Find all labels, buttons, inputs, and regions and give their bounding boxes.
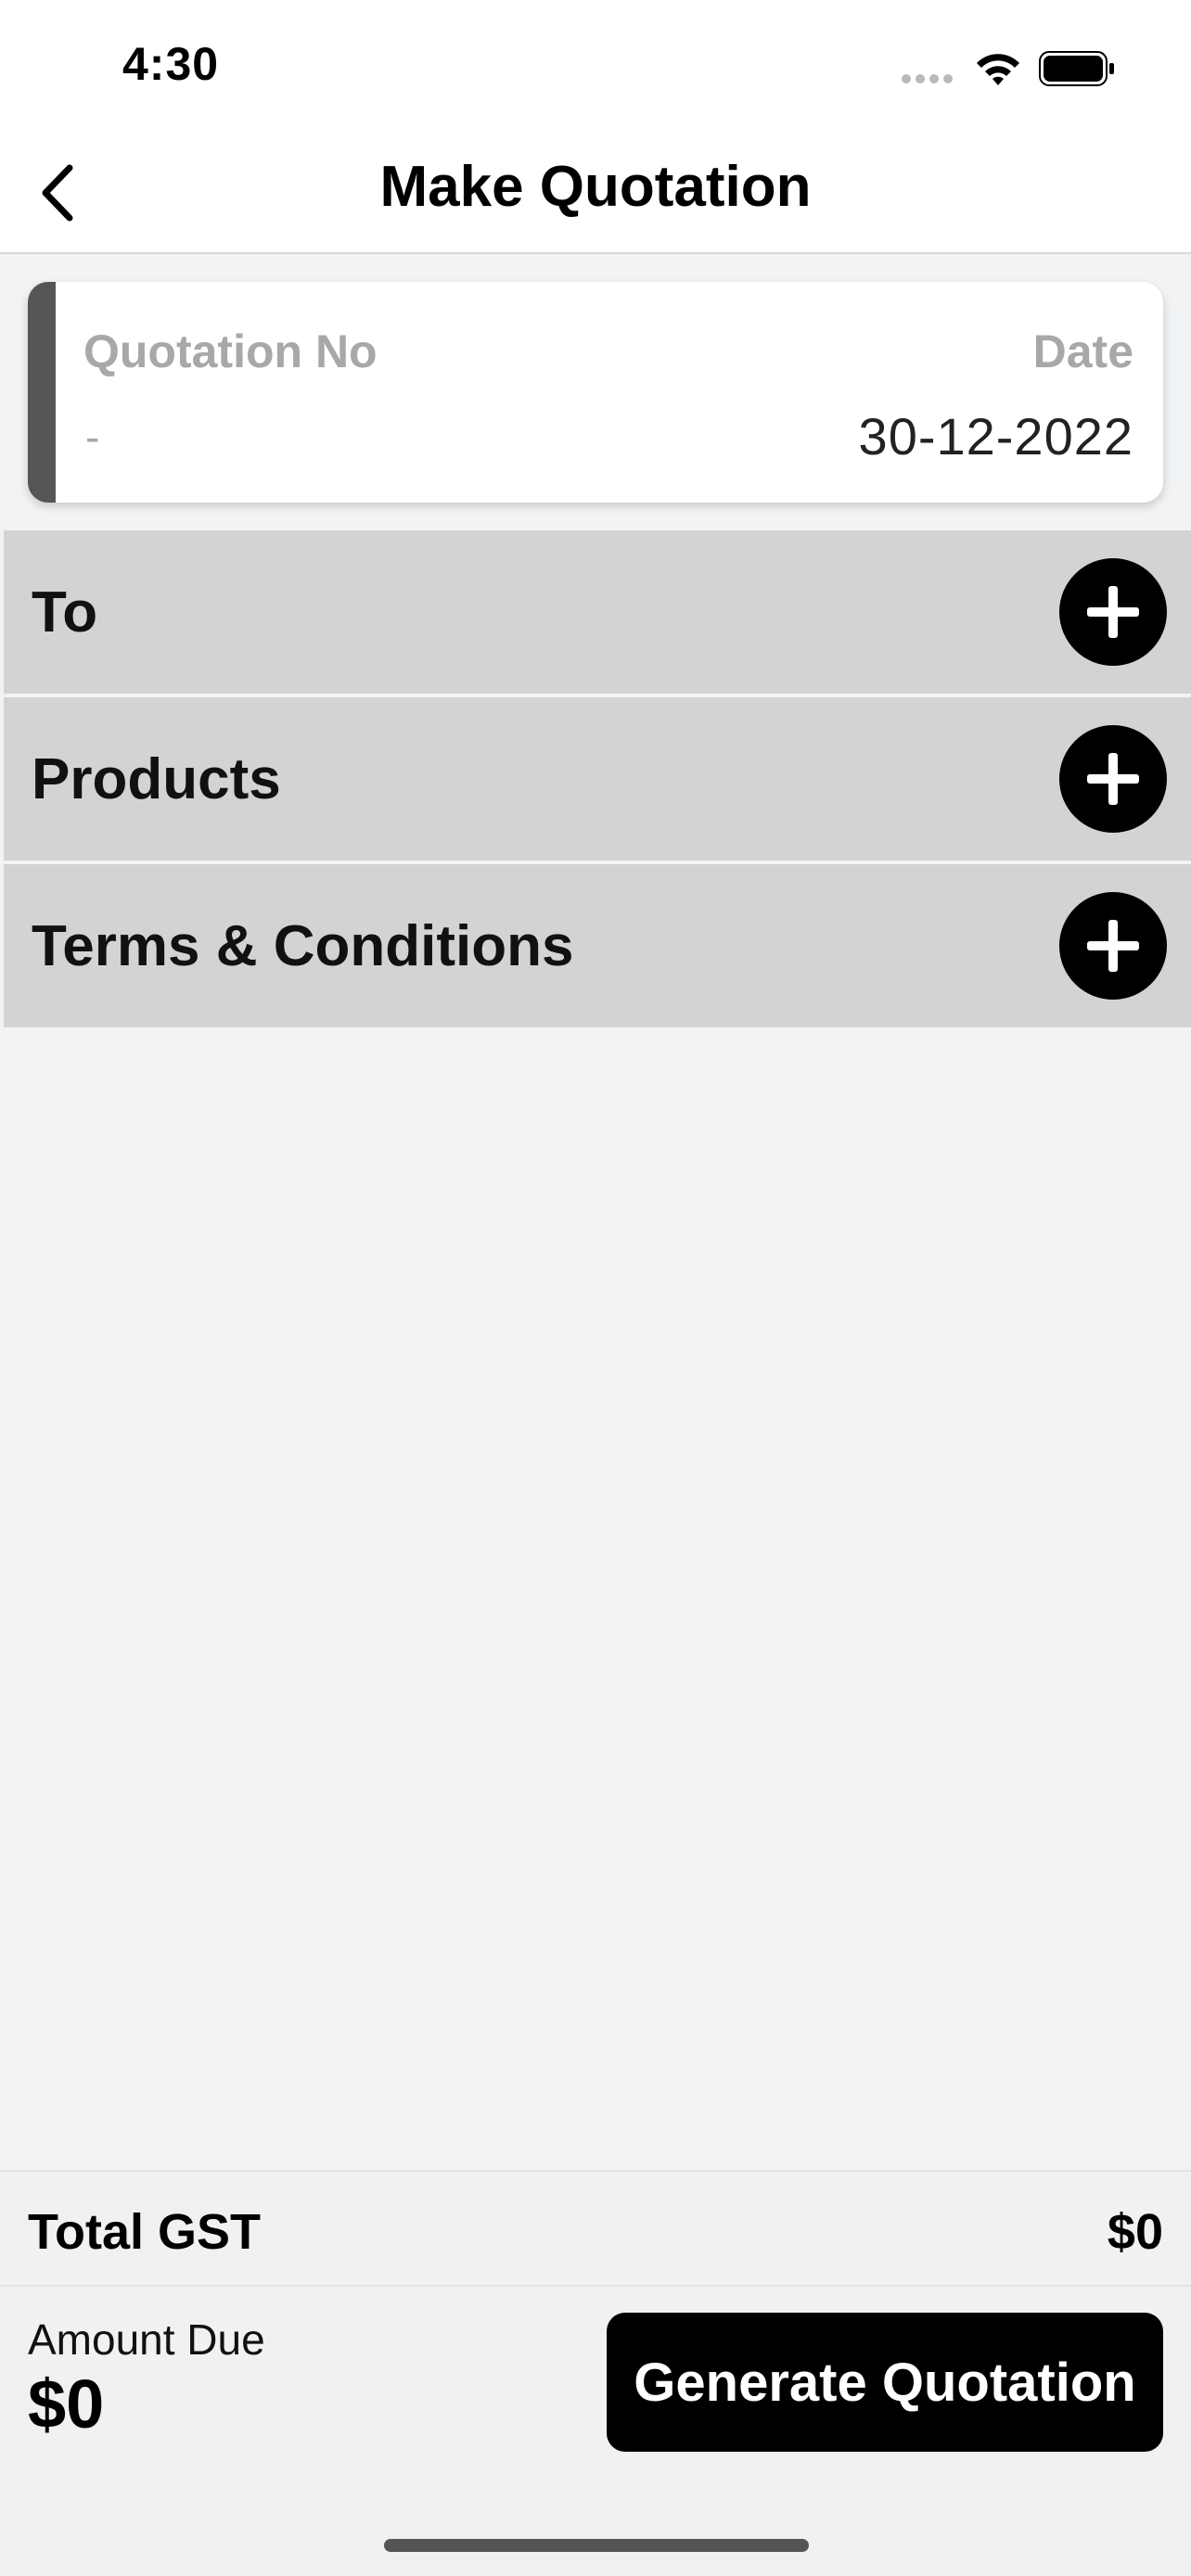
- section-terms[interactable]: Terms & Conditions: [4, 864, 1191, 1027]
- status-time: 4:30: [122, 38, 220, 90]
- page-title: Make Quotation: [379, 155, 812, 219]
- footer-bar: Amount Due $0 Generate Quotation: [0, 2285, 1191, 2576]
- section-products-label: Products: [32, 746, 281, 811]
- generate-quotation-button[interactable]: Generate Quotation: [607, 2313, 1163, 2452]
- add-recipient-button[interactable]: [1059, 558, 1167, 666]
- amount-due-label: Amount Due: [28, 2315, 265, 2364]
- section-products[interactable]: Products: [4, 697, 1191, 861]
- quotation-info-card: Quotation No - Date 30-12-2022: [28, 282, 1163, 503]
- total-gst-label: Total GST: [28, 2204, 261, 2260]
- battery-icon: [1039, 51, 1114, 86]
- total-gst-row: Total GST $0: [0, 2170, 1191, 2285]
- add-product-button[interactable]: [1059, 725, 1167, 833]
- home-indicator[interactable]: [384, 2539, 809, 2552]
- quotation-number-value: -: [85, 413, 100, 461]
- amount-due-value: $0: [28, 2366, 105, 2442]
- date-label: Date: [1032, 325, 1133, 377]
- cellular-signal-icon: [902, 74, 957, 85]
- plus-icon: [1087, 586, 1139, 638]
- date-value[interactable]: 30-12-2022: [859, 406, 1133, 466]
- status-bar: 4:30: [0, 0, 1191, 130]
- quotation-number-label: Quotation No: [83, 325, 378, 377]
- add-terms-button[interactable]: [1059, 892, 1167, 1000]
- navigation-bar: Make Quotation: [0, 130, 1191, 254]
- plus-icon: [1087, 920, 1139, 972]
- plus-icon: [1087, 753, 1139, 805]
- section-terms-label: Terms & Conditions: [32, 913, 574, 978]
- wifi-icon: [977, 54, 1019, 85]
- screen: 4:30 Make Quotation Quotation No - Date …: [0, 0, 1191, 2576]
- section-to[interactable]: To: [4, 530, 1191, 694]
- section-to-label: To: [32, 580, 98, 644]
- total-gst-value: $0: [1107, 2204, 1163, 2260]
- card-accent-bar: [28, 282, 56, 503]
